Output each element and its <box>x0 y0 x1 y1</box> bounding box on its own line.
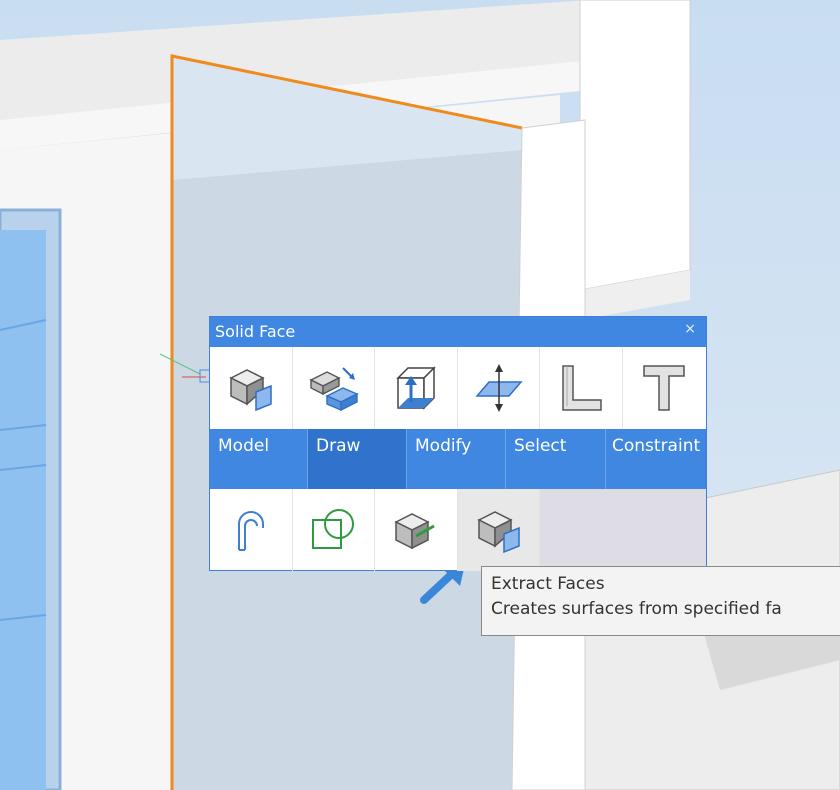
tooltip-title: Extract Faces <box>491 574 605 594</box>
tooltip: Extract Faces Creates surfaces from spec… <box>481 566 840 636</box>
arc-profile-icon <box>237 511 264 551</box>
l-profile-icon <box>562 365 602 411</box>
quad-toolbar: Solid Face × Model Draw Modify Select Co… <box>209 316 707 571</box>
window-glass <box>0 230 46 790</box>
cube-green-edge-icon <box>394 513 435 550</box>
tab-modify[interactable]: Modify <box>407 429 506 489</box>
tool-extract-faces[interactable] <box>457 489 541 571</box>
quad-title-bar[interactable]: Solid Face × <box>210 317 706 347</box>
tool-t-profile[interactable] <box>623 347 706 429</box>
top-tool-row <box>210 347 706 429</box>
close-button[interactable]: × <box>684 321 696 337</box>
tool-cube-edge[interactable] <box>375 489 458 571</box>
tool-solid-box[interactable] <box>210 347 293 429</box>
tab-constraint[interactable]: Constraint <box>606 429 706 489</box>
empty-slot <box>540 489 706 571</box>
tab-model[interactable]: Model <box>210 429 308 489</box>
extract-faces-icon <box>476 511 520 554</box>
tool-arc-profile[interactable] <box>210 489 293 571</box>
draw-bricks-icon <box>309 367 360 412</box>
tool-square-circle[interactable] <box>293 489 376 571</box>
tool-draw-bricks[interactable] <box>293 347 376 429</box>
tool-modify-extrude[interactable] <box>375 347 458 429</box>
tab-draw[interactable]: Draw <box>308 429 407 489</box>
tool-select-plane[interactable] <box>458 347 541 429</box>
tooltip-description: Creates surfaces from specified fa <box>491 599 782 619</box>
solid-box-icon <box>229 369 272 412</box>
modify-extrude-box-icon <box>396 366 436 410</box>
right-wall <box>579 0 691 291</box>
tab-select[interactable]: Select <box>506 429 606 489</box>
t-profile-icon <box>643 365 686 411</box>
square-circle-icon <box>312 509 355 549</box>
bottom-tool-row <box>210 489 706 571</box>
tool-l-profile[interactable] <box>540 347 623 429</box>
select-plane-arrows-icon <box>474 364 523 412</box>
tool-tabs: Model Draw Modify Select Constraint <box>210 429 706 489</box>
quad-title: Solid Face <box>215 322 296 341</box>
